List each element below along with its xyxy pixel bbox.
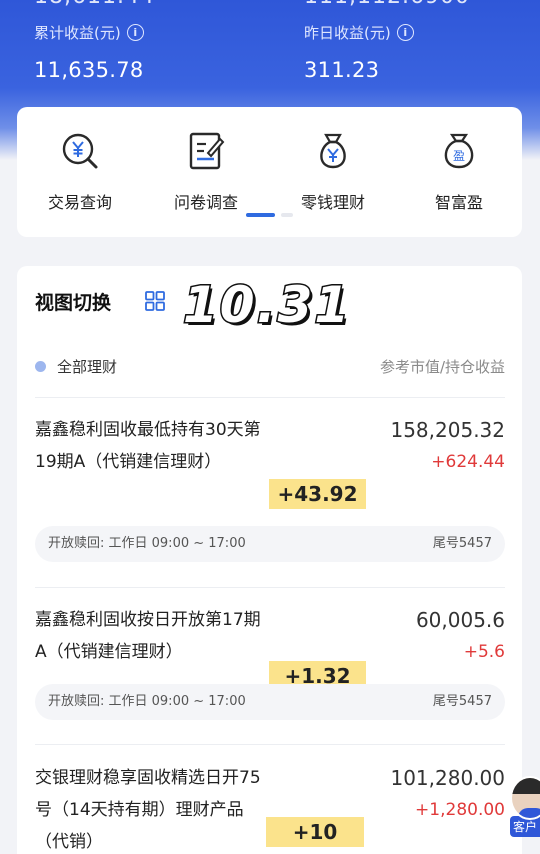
customer-service-button[interactable]: 客户 [510,776,540,844]
date-stamp: 10.31 [181,275,352,336]
cumulative-earnings-value: 11,635.78 [34,58,144,82]
total-assets-value: 18,611.44 [34,0,155,9]
holdings-card: 视图切换 10.31 全部理财 参考市值/持仓收益 嘉鑫稳利固收最低持有30天第… [17,266,522,854]
redemption-time: 开放赎回: 工作日 09:00 ~ 17:00 [48,536,246,551]
account-tail: 尾号5457 [432,694,492,709]
filter-all-finance[interactable]: 全部理财 [57,356,117,377]
quick-actions-card: 交易查询 问卷调查 零钱理财 盈 智富盈 [17,107,522,237]
holding-value: 111,112.6900 [304,0,470,9]
yen-bag-icon [320,133,346,169]
quick-item-zhifuying[interactable]: 盈 智富盈 [404,129,514,213]
product-holding-gain: +5.6 [463,642,505,662]
quick-item-change-finance[interactable]: 零钱理财 [278,129,388,213]
yesterday-earnings-label: 昨日收益(元) i [304,22,414,43]
yen-search-icon [62,133,98,169]
account-tail: 尾号5457 [432,536,492,551]
product-market-value: 101,280.00 [390,766,505,790]
quick-item-survey[interactable]: 问卷调查 [151,129,261,213]
cumulative-earnings-label: 累计收益(元) i [34,22,144,43]
highlight-daily-gain: +10 [266,817,364,847]
divider [35,587,505,588]
info-icon[interactable]: i [396,24,414,41]
customer-service-avatar [510,776,540,820]
info-icon[interactable]: i [126,24,144,41]
redemption-time: 开放赎回: 工作日 09:00 ~ 17:00 [48,694,246,709]
svg-text:盈: 盈 [453,149,465,163]
product-name: 交银理财稳享固收精选日开75号（14天持有期）理财产品（代销） [35,768,261,852]
column-hint: 参考市值/持仓收益 [379,358,505,376]
quick-item-trade-query[interactable]: 交易查询 [25,129,135,213]
product-holding-gain: +624.44 [431,452,505,472]
redemption-info-bar: 开放赎回: 工作日 09:00 ~ 17:00 尾号5457 [35,526,505,562]
grid-view-icon[interactable] [144,290,166,312]
filter-dot-icon [35,361,46,372]
product-market-value: 60,005.6 [415,608,505,632]
redemption-info-bar: 开放赎回: 工作日 09:00 ~ 17:00 尾号5457 [35,684,505,720]
edit-document-icon [189,132,225,170]
yesterday-earnings-value: 311.23 [304,58,380,82]
divider [35,744,505,745]
highlight-daily-gain: +43.92 [269,479,366,509]
product-holding-gain: +1,280.00 [415,800,505,820]
product-market-value: 158,205.32 [390,418,505,442]
divider [35,397,505,398]
product-name: 嘉鑫稳利固收最低持有30天第19期A（代销建信理财） [35,420,261,472]
product-name: 嘉鑫稳利固收按日开放第17期A（代销建信理财） [35,610,261,662]
pager-dot-active [246,213,275,217]
pager-dot [281,213,293,217]
ying-bag-icon: 盈 [444,133,474,169]
view-switch-title[interactable]: 视图切换 [35,288,111,315]
